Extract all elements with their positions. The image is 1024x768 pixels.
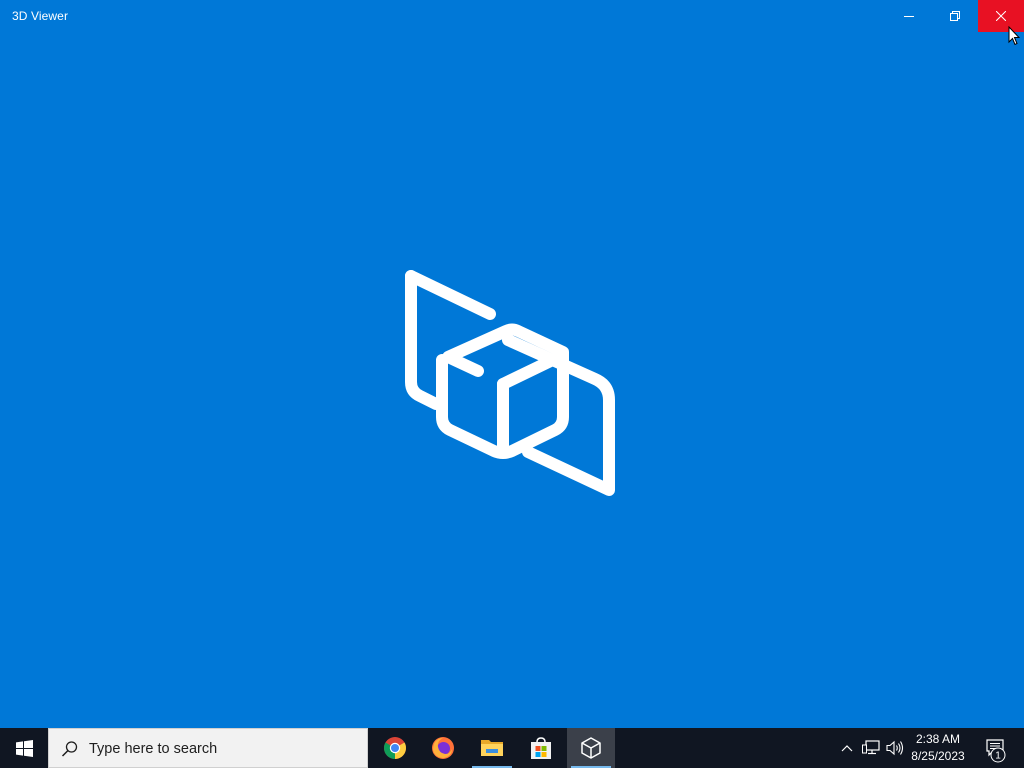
volume-button[interactable]: [884, 728, 906, 768]
search-box[interactable]: Type here to search: [48, 728, 368, 768]
restore-button[interactable]: [932, 0, 978, 32]
chevron-up-icon: [841, 745, 853, 752]
clock-time: 2:38 AM: [915, 732, 961, 746]
3d-viewer-logo-icon: [405, 270, 615, 496]
taskbar-app-chrome[interactable]: [371, 728, 419, 768]
file-explorer-icon: [481, 740, 503, 756]
taskbar: Type here to search 2:38 AM 8/25/2023 1: [0, 728, 1024, 768]
close-icon: [996, 11, 1006, 21]
network-icon: [862, 740, 880, 755]
taskbar-app-firefox[interactable]: [419, 728, 467, 768]
taskbar-app-3d-viewer[interactable]: [567, 728, 615, 768]
title-bar[interactable]: 3D Viewer: [0, 0, 1024, 32]
minimize-button[interactable]: [886, 0, 932, 32]
volume-icon: [886, 740, 904, 756]
notification-count-badge: 1: [990, 747, 1006, 763]
store-icon: [531, 737, 551, 759]
network-button[interactable]: [860, 728, 882, 768]
taskbar-app-store[interactable]: [517, 728, 565, 768]
chrome-icon: [384, 737, 406, 759]
show-hidden-icons-button[interactable]: [838, 728, 856, 768]
taskbar-clock[interactable]: 2:38 AM 8/25/2023: [904, 731, 972, 765]
taskbar-app-file-explorer[interactable]: [468, 728, 516, 768]
search-placeholder: Type here to search: [89, 741, 218, 757]
clock-date: 8/25/2023: [911, 749, 965, 763]
3d-viewer-icon: [581, 737, 601, 759]
firefox-icon: [432, 737, 454, 759]
windows-logo-icon: [15, 739, 33, 757]
window-title: 3D Viewer: [12, 9, 69, 23]
minimize-icon: [904, 16, 914, 17]
app-window: 3D Viewer: [0, 0, 1024, 728]
notification-count: 1: [995, 751, 1001, 762]
restore-icon: [950, 11, 960, 21]
mouse-cursor-icon: [1008, 26, 1020, 46]
search-icon: [61, 741, 78, 757]
start-button[interactable]: [0, 728, 48, 768]
